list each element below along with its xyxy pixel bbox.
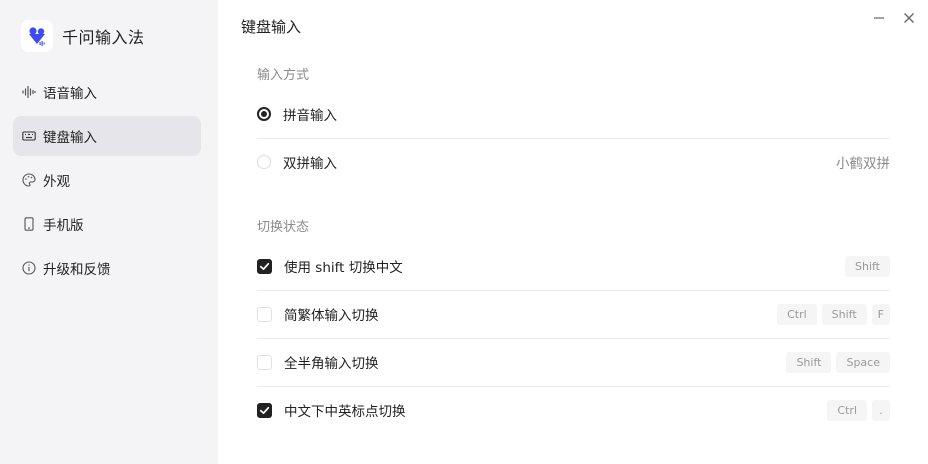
option-punctuation-toggle[interactable]: 中文下中英标点切换 Ctrl . xyxy=(257,386,890,434)
sidebar-item-label: 手机版 xyxy=(43,218,84,234)
check-icon xyxy=(259,262,270,270)
minimize-icon xyxy=(874,17,884,19)
main-panel: 键盘输入 输入方式 拼音输入 双拼输入 小鹤双拼 切换状态 使用 shift 切… xyxy=(218,0,928,464)
sidebar-item-label: 外观 xyxy=(43,174,70,190)
page-title: 键盘输入 xyxy=(241,18,302,36)
option-shuangpin-input[interactable]: 双拼输入 小鹤双拼 xyxy=(257,138,890,186)
app-name: 千问输入法 xyxy=(62,28,145,47)
phone-icon xyxy=(22,217,36,231)
sidebar-item-label: 键盘输入 xyxy=(43,130,97,146)
full-half-width-checkbox[interactable] xyxy=(257,354,272,370)
key-cap: Shift xyxy=(844,255,890,277)
shortcut-keys[interactable]: Shift Space xyxy=(786,351,890,373)
punctuation-toggle-checkbox[interactable] xyxy=(257,402,272,418)
option-simplified-traditional-toggle[interactable]: 简繁体输入切换 Ctrl Shift F xyxy=(257,290,890,339)
sidebar-item-mobile-version[interactable]: 手机版 xyxy=(13,204,201,244)
section-title-toggle-state: 切换状态 xyxy=(257,220,310,235)
sidebar: 千问输入法 语音输入 键盘输入 外观 手机版 升级和反馈 xyxy=(0,0,218,464)
sidebar-item-label: 语音输入 xyxy=(43,86,97,102)
option-full-half-width-toggle[interactable]: 全半角输入切换 Shift Space xyxy=(257,338,890,387)
key-cap: Shift xyxy=(786,351,832,373)
option-label: 全半角输入切换 xyxy=(284,356,379,372)
key-cap: F xyxy=(871,303,890,325)
key-cap: . xyxy=(872,399,890,421)
keyboard-icon xyxy=(22,129,36,143)
sidebar-item-upgrade-feedback[interactable]: 升级和反馈 xyxy=(13,248,201,288)
info-icon xyxy=(22,261,36,275)
app-logo-icon xyxy=(21,20,53,52)
option-label: 双拼输入 xyxy=(283,156,337,172)
shortcut-keys[interactable]: Ctrl . xyxy=(827,399,890,421)
option-label: 拼音输入 xyxy=(283,108,337,124)
pinyin-radio[interactable] xyxy=(257,107,271,121)
check-icon xyxy=(259,406,270,414)
key-cap: Ctrl xyxy=(827,399,867,421)
option-shift-toggle-chinese[interactable]: 使用 shift 切换中文 Shift xyxy=(257,242,890,291)
option-label: 简繁体输入切换 xyxy=(284,308,379,324)
section-title-input-method: 输入方式 xyxy=(257,68,310,83)
key-cap: Ctrl xyxy=(777,303,817,325)
minimize-button[interactable] xyxy=(870,9,888,27)
shuangpin-scheme-selector[interactable]: 小鹤双拼 xyxy=(836,152,890,172)
close-button[interactable] xyxy=(900,9,918,27)
key-cap: Shift xyxy=(821,303,867,325)
close-icon xyxy=(904,13,914,23)
option-label: 使用 shift 切换中文 xyxy=(284,260,403,276)
sidebar-item-appearance[interactable]: 外观 xyxy=(13,160,201,200)
sidebar-item-label: 升级和反馈 xyxy=(43,262,111,278)
shortcut-keys[interactable]: Shift xyxy=(844,255,890,277)
sidebar-item-keyboard-input[interactable]: 键盘输入 xyxy=(13,116,201,156)
key-cap: Space xyxy=(836,351,890,373)
app-header: 千问输入法 xyxy=(21,20,145,52)
option-label: 中文下中英标点切换 xyxy=(284,404,406,420)
sidebar-item-voice-input[interactable]: 语音输入 xyxy=(13,72,201,112)
shift-toggle-checkbox[interactable] xyxy=(257,258,272,274)
simplified-traditional-checkbox[interactable] xyxy=(257,306,272,322)
shuangpin-radio[interactable] xyxy=(257,155,271,169)
shortcut-keys[interactable]: Ctrl Shift F xyxy=(777,303,890,325)
palette-icon xyxy=(22,173,36,187)
sidebar-nav: 语音输入 键盘输入 外观 手机版 升级和反馈 xyxy=(13,72,201,292)
waveform-icon xyxy=(22,85,36,99)
option-pinyin-input[interactable]: 拼音输入 xyxy=(257,90,890,139)
